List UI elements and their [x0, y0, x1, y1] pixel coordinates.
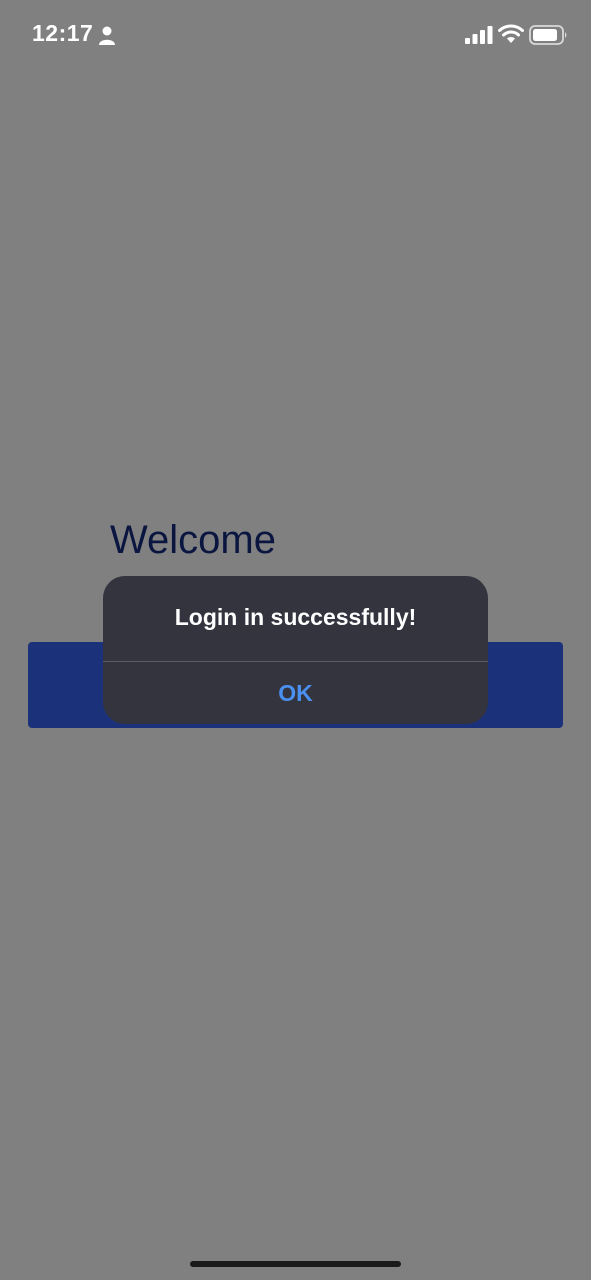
status-bar: 12:17 [0, 0, 591, 72]
home-indicator[interactable] [190, 1261, 401, 1267]
alert-dialog: Login in successfully! OK [103, 576, 488, 724]
signal-icon [465, 26, 493, 44]
wifi-icon [498, 24, 524, 43]
welcome-title: Welcome [110, 518, 276, 562]
person-icon [99, 26, 115, 45]
alert-title: Login in successfully! [174, 604, 417, 630]
ok-button[interactable]: OK [103, 662, 488, 724]
battery-icon [529, 25, 567, 45]
status-time: 12:17 [32, 20, 94, 46]
